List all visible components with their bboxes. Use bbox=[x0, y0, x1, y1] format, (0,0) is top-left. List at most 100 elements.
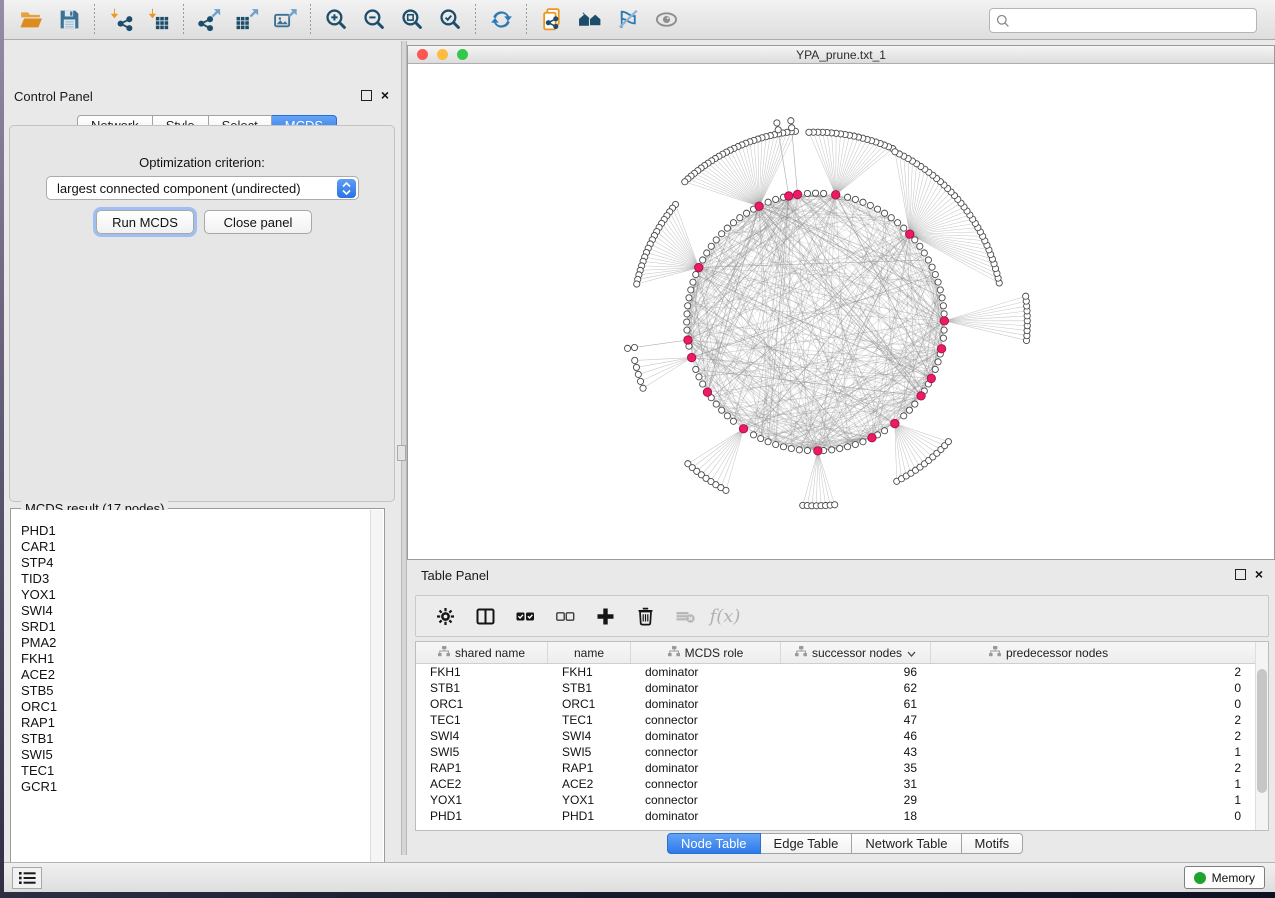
delete-icon[interactable] bbox=[630, 601, 660, 631]
mcds-result-item[interactable]: SRD1 bbox=[21, 619, 370, 635]
column-header-mcds-role[interactable]: MCDS role bbox=[631, 642, 781, 663]
mcds-result-item[interactable]: STB5 bbox=[21, 683, 370, 699]
hide-selected-icon[interactable] bbox=[609, 4, 647, 36]
sort-desc-icon[interactable] bbox=[907, 646, 916, 660]
table-cell[interactable]: STB1 bbox=[416, 680, 548, 696]
table-cell[interactable]: YOX1 bbox=[548, 792, 631, 808]
table-row[interactable]: YOX1YOX1connector291 bbox=[416, 792, 1255, 808]
mcds-result-item[interactable]: PHD1 bbox=[21, 523, 370, 539]
network-window-titlebar[interactable]: YPA_prune.txt_1 bbox=[408, 46, 1274, 64]
table-cell[interactable]: 0 bbox=[931, 808, 1255, 824]
table-cell[interactable]: dominator bbox=[631, 760, 781, 776]
table-cell[interactable]: dominator bbox=[631, 664, 781, 680]
table-cell[interactable]: 31 bbox=[781, 776, 931, 792]
search-box[interactable] bbox=[989, 8, 1257, 33]
add-row-icon[interactable] bbox=[590, 601, 620, 631]
table-cell[interactable]: STB1 bbox=[548, 680, 631, 696]
mcds-result-item[interactable]: TID3 bbox=[21, 571, 370, 587]
table-cell[interactable]: 43 bbox=[781, 744, 931, 760]
tab-network-table[interactable]: Network Table bbox=[852, 833, 961, 854]
table-cell[interactable]: YOX1 bbox=[416, 792, 548, 808]
export-image-icon[interactable] bbox=[266, 4, 304, 36]
run-mcds-button[interactable]: Run MCDS bbox=[96, 210, 194, 234]
table-row[interactable]: SWI4SWI4dominator462 bbox=[416, 728, 1255, 744]
table-cell[interactable]: 46 bbox=[781, 728, 931, 744]
table-cell[interactable]: ORC1 bbox=[548, 696, 631, 712]
task-history-button[interactable] bbox=[12, 867, 42, 889]
mcds-result-item[interactable]: CAR1 bbox=[21, 539, 370, 555]
mcds-result-item[interactable]: FKH1 bbox=[21, 651, 370, 667]
table-cell[interactable]: ACE2 bbox=[416, 776, 548, 792]
table-cell[interactable]: RAP1 bbox=[416, 760, 548, 776]
zoom-fit-icon[interactable] bbox=[393, 4, 431, 36]
table-cell[interactable]: TEC1 bbox=[416, 712, 548, 728]
import-table-icon[interactable] bbox=[139, 4, 177, 36]
table-cell[interactable]: 96 bbox=[781, 664, 931, 680]
mcds-result-list[interactable]: PHD1CAR1STP4TID3YOX1SWI4SRD1PMA2FKH1ACE2… bbox=[12, 510, 370, 878]
table-cell[interactable]: SWI4 bbox=[548, 728, 631, 744]
mcds-result-item[interactable]: RAP1 bbox=[21, 715, 370, 731]
float-table-panel-icon[interactable] bbox=[1235, 569, 1246, 580]
table-cell[interactable]: connector bbox=[631, 712, 781, 728]
table-cell[interactable]: 35 bbox=[781, 760, 931, 776]
mcds-result-item[interactable]: STP4 bbox=[21, 555, 370, 571]
mcds-result-item[interactable]: TEC1 bbox=[21, 763, 370, 779]
mcds-result-item[interactable]: STB1 bbox=[21, 731, 370, 747]
zoom-out-icon[interactable] bbox=[355, 4, 393, 36]
table-cell[interactable]: 1 bbox=[931, 776, 1255, 792]
splitter-grip[interactable] bbox=[397, 445, 406, 461]
tab-edge-table[interactable]: Edge Table bbox=[761, 833, 853, 854]
column-header-name[interactable]: name bbox=[548, 642, 631, 663]
mcds-result-item[interactable]: GCR1 bbox=[21, 779, 370, 795]
table-cell[interactable]: 62 bbox=[781, 680, 931, 696]
table-row[interactable]: SWI5SWI5connector431 bbox=[416, 744, 1255, 760]
show-all-icon[interactable] bbox=[647, 4, 685, 36]
close-panel-icon[interactable]: × bbox=[381, 90, 389, 101]
close-panel-button[interactable]: Close panel bbox=[204, 210, 312, 234]
table-row[interactable]: RAP1RAP1dominator352 bbox=[416, 760, 1255, 776]
table-scrollbar[interactable] bbox=[1255, 642, 1268, 830]
table-cell[interactable]: SWI5 bbox=[548, 744, 631, 760]
mcds-result-item[interactable]: ORC1 bbox=[21, 699, 370, 715]
import-network-icon[interactable] bbox=[101, 4, 139, 36]
table-row[interactable]: FKH1FKH1dominator962 bbox=[416, 664, 1255, 680]
table-cell[interactable]: 1 bbox=[931, 792, 1255, 808]
table-row[interactable]: ORC1ORC1dominator610 bbox=[416, 696, 1255, 712]
column-header-predecessor-nodes[interactable]: predecessor nodes bbox=[931, 642, 1255, 663]
table-scrollbar-thumb[interactable] bbox=[1257, 669, 1267, 793]
table-cell[interactable]: SWI5 bbox=[416, 744, 548, 760]
float-panel-icon[interactable] bbox=[361, 90, 372, 101]
table-cell[interactable]: 2 bbox=[931, 760, 1255, 776]
table-cell[interactable]: 29 bbox=[781, 792, 931, 808]
table-cell[interactable]: 1 bbox=[931, 744, 1255, 760]
table-cell[interactable]: 2 bbox=[931, 728, 1255, 744]
export-table-icon[interactable] bbox=[228, 4, 266, 36]
network-canvas[interactable] bbox=[408, 64, 1274, 559]
close-table-panel-icon[interactable]: × bbox=[1255, 569, 1263, 580]
table-cell[interactable]: PHD1 bbox=[548, 808, 631, 824]
refresh-layout-icon[interactable] bbox=[482, 4, 520, 36]
mcds-result-item[interactable]: ACE2 bbox=[21, 667, 370, 683]
save-session-icon[interactable] bbox=[50, 4, 88, 36]
open-file-icon[interactable] bbox=[12, 4, 50, 36]
table-settings-icon[interactable] bbox=[430, 601, 460, 631]
table-cell[interactable]: RAP1 bbox=[548, 760, 631, 776]
select-all-icon[interactable] bbox=[510, 601, 540, 631]
table-cell[interactable]: 0 bbox=[931, 680, 1255, 696]
table-cell[interactable]: dominator bbox=[631, 808, 781, 824]
mcds-result-item[interactable]: SWI5 bbox=[21, 747, 370, 763]
table-cell[interactable]: ORC1 bbox=[416, 696, 548, 712]
table-cell[interactable]: FKH1 bbox=[416, 664, 548, 680]
memory-button[interactable]: Memory bbox=[1184, 866, 1265, 889]
table-row[interactable]: PHD1PHD1dominator180 bbox=[416, 808, 1255, 824]
table-cell[interactable]: 0 bbox=[931, 696, 1255, 712]
table-cell[interactable]: 18 bbox=[781, 808, 931, 824]
first-neighbors-icon[interactable] bbox=[571, 4, 609, 36]
table-row[interactable]: TEC1TEC1connector472 bbox=[416, 712, 1255, 728]
mcds-list-scrollbar[interactable] bbox=[370, 510, 383, 878]
table-cell[interactable]: 47 bbox=[781, 712, 931, 728]
deselect-all-icon[interactable] bbox=[550, 601, 580, 631]
mcds-result-item[interactable]: PMA2 bbox=[21, 635, 370, 651]
table-cell[interactable]: TEC1 bbox=[548, 712, 631, 728]
table-row[interactable]: STB1STB1dominator620 bbox=[416, 680, 1255, 696]
